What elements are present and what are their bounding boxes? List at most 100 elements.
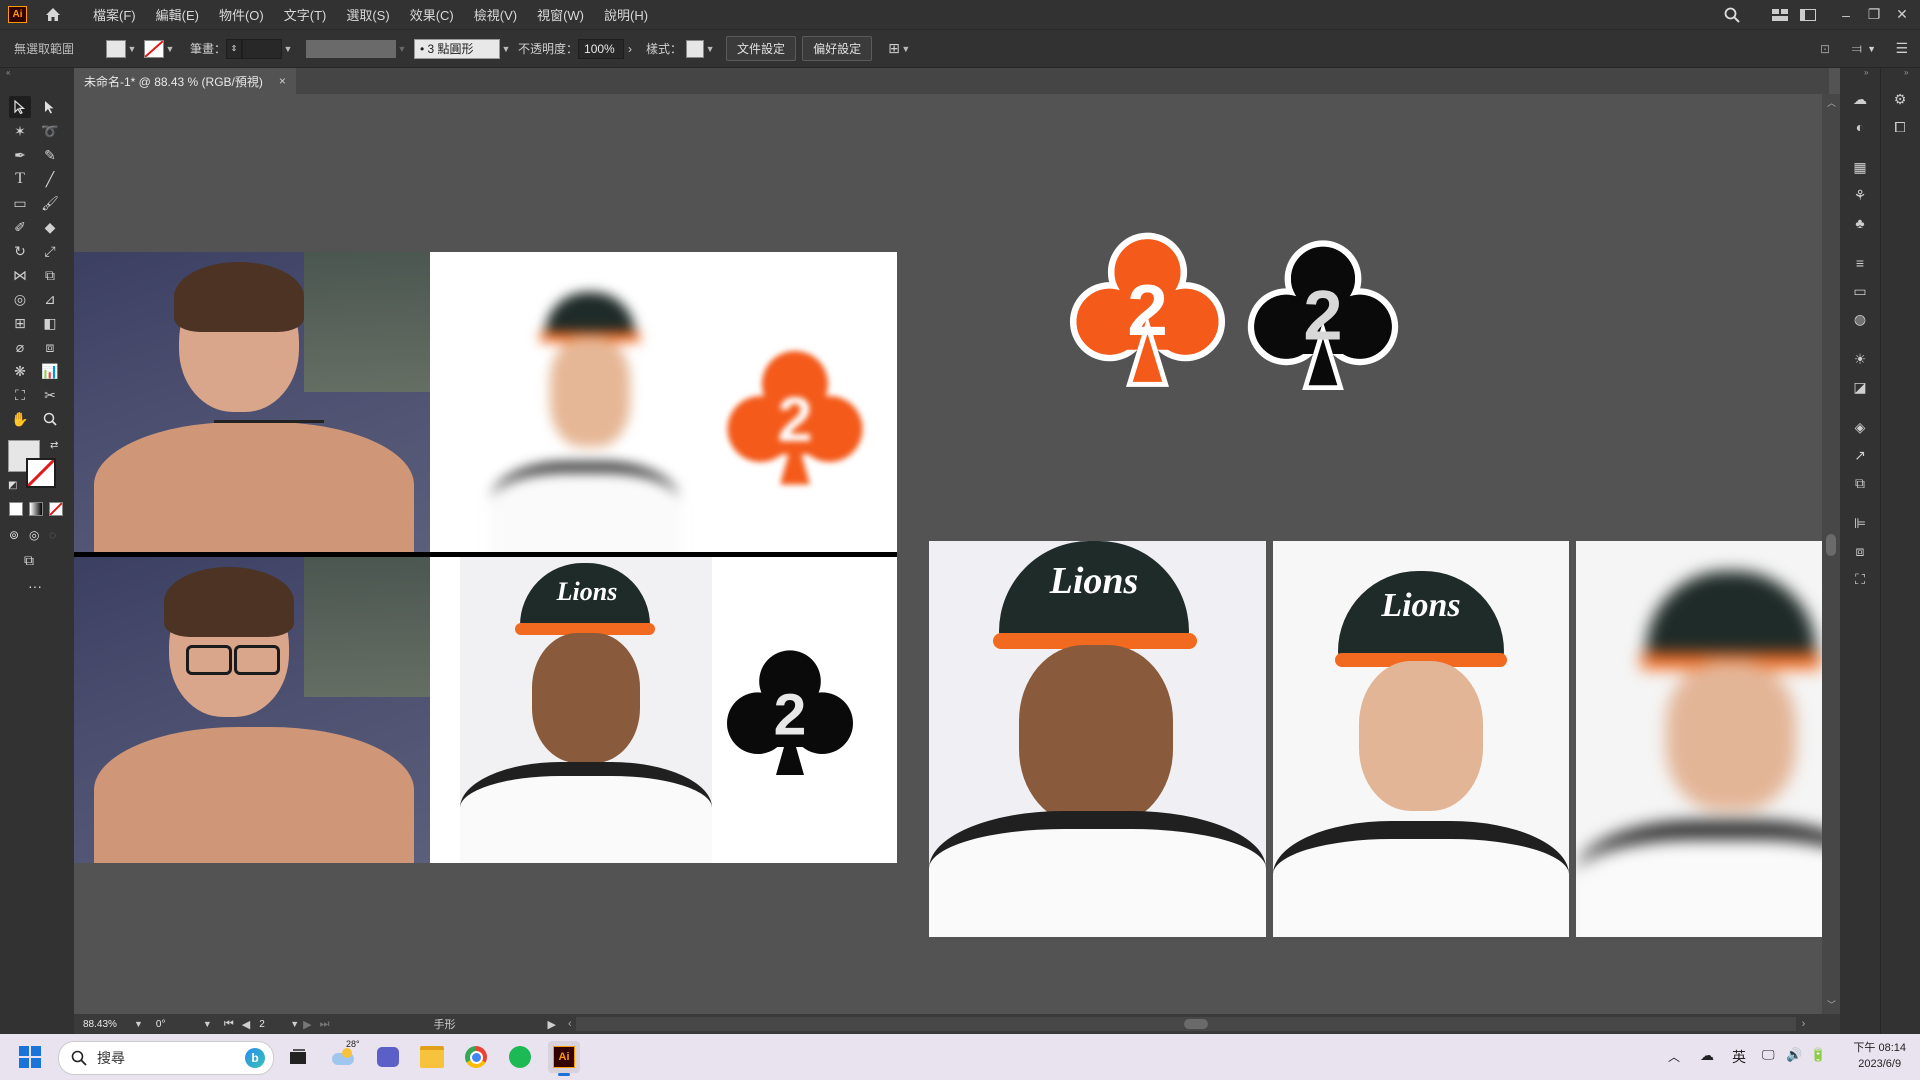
graphic-style-swatch[interactable] xyxy=(686,39,705,58)
orange-club-badge[interactable]: 2 xyxy=(1065,226,1230,391)
weather-icon[interactable]: 28° xyxy=(328,1039,360,1073)
direct-selection-tool-icon[interactable] xyxy=(39,96,61,118)
scroll-up-icon[interactable]: ︿ xyxy=(1827,96,1836,109)
chevron-right-icon[interactable]: › xyxy=(628,42,632,56)
panel-menu-icon[interactable]: ☰ xyxy=(1895,40,1908,57)
artboards-icon[interactable]: ⧉ xyxy=(1849,472,1871,494)
chevron-down-icon[interactable]: ▼ xyxy=(203,1019,212,1029)
hand-tool-icon[interactable]: ✋ xyxy=(9,408,31,430)
chrome-icon[interactable] xyxy=(460,1041,492,1073)
eyedropper-tool-icon[interactable]: ⌀ xyxy=(9,336,31,358)
gradient-mode-icon[interactable] xyxy=(29,502,43,516)
search-icon[interactable] xyxy=(1718,0,1746,29)
battery-icon[interactable]: 🔋 xyxy=(1810,1047,1826,1063)
scroll-down-icon[interactable]: ﹀ xyxy=(1827,998,1836,1011)
document-setup-button[interactable]: 文件設定 xyxy=(726,36,797,61)
column-graph-tool-icon[interactable]: 📊 xyxy=(39,360,61,382)
horizontal-scrollbar[interactable] xyxy=(575,1017,1796,1031)
menu-file[interactable]: 檔案(F) xyxy=(83,5,146,24)
color-guide-icon[interactable]: ◐ xyxy=(1849,116,1871,138)
stroke-control[interactable]: ▼ xyxy=(144,39,176,58)
home-icon[interactable] xyxy=(43,5,63,25)
document-tab[interactable]: 未命名-1* @ 88.43 % (RGB/預視) × xyxy=(74,68,296,94)
curvature-tool-icon[interactable]: ✎ xyxy=(39,144,61,166)
transform-panel-icon[interactable]: ⛶ xyxy=(1849,568,1871,590)
properties-panel-icon[interactable]: ⫤ xyxy=(1851,40,1862,57)
align-options-icon[interactable]: ⊞ xyxy=(888,40,900,57)
rotation-field[interactable]: 0° xyxy=(150,1016,203,1032)
file-explorer-icon[interactable] xyxy=(416,1041,448,1073)
close-icon[interactable]: ✕ xyxy=(1888,0,1916,29)
menu-view[interactable]: 檢視(V) xyxy=(464,5,527,24)
none-mode-icon[interactable] xyxy=(49,502,63,516)
line-tool-icon[interactable]: ╱ xyxy=(39,168,61,190)
input-language-indicator[interactable]: 英 xyxy=(1732,1047,1746,1067)
rectangle-tool-icon[interactable]: ▭ xyxy=(9,192,31,214)
illustrator-icon[interactable]: Ai xyxy=(548,1041,580,1076)
last-artboard-icon[interactable]: ⏭ xyxy=(320,1018,330,1031)
teams-icon[interactable] xyxy=(372,1041,404,1073)
collapse-icon[interactable]: « xyxy=(6,68,10,77)
screen-mode-icon[interactable]: ⧉ xyxy=(24,552,34,569)
color-mode-icon[interactable] xyxy=(9,502,23,516)
status-menu-icon[interactable]: ▶ xyxy=(548,1018,556,1031)
brushes-icon[interactable]: ⚘ xyxy=(1849,184,1871,206)
menu-object[interactable]: 物件(O) xyxy=(209,5,274,24)
export-icon[interactable]: ↗ xyxy=(1849,444,1871,466)
more-tools-icon[interactable]: ··· xyxy=(28,578,42,594)
blend-tool-icon[interactable]: ⧈ xyxy=(39,336,61,358)
chevron-down-icon[interactable]: ▼ xyxy=(134,1019,143,1029)
horizontal-scroll-thumb[interactable] xyxy=(1183,1019,1208,1029)
magic-wand-tool-icon[interactable]: ✶ xyxy=(9,120,31,142)
transparency-icon[interactable]: ◍ xyxy=(1849,308,1871,330)
libraries-icon[interactable]: ☁ xyxy=(1849,88,1871,110)
vertical-scrollbar[interactable]: ︿ ﹀ xyxy=(1822,94,1840,1014)
gradient-tool-icon[interactable]: ◧ xyxy=(39,312,61,334)
opacity-field[interactable]: 100% xyxy=(578,38,625,59)
type-tool-icon[interactable]: T xyxy=(9,168,31,190)
chevron-down-icon[interactable]: ▼ xyxy=(500,44,512,54)
stroke-none-swatch[interactable] xyxy=(144,39,164,58)
system-clock[interactable]: 下午 08:14 2023/6/9 xyxy=(1853,1040,1906,1072)
selection-tool-icon[interactable] xyxy=(9,96,31,118)
workspace-icon[interactable] xyxy=(1794,0,1822,29)
display-icon[interactable]: 🖵 xyxy=(1762,1047,1775,1063)
menu-edit[interactable]: 編輯(E) xyxy=(146,5,209,24)
windows-start-icon[interactable] xyxy=(14,1041,46,1073)
preferences-button[interactable]: 偏好設定 xyxy=(802,36,873,61)
artboard-number-field[interactable]: 2 xyxy=(254,1016,291,1032)
mesh-tool-icon[interactable]: ⊞ xyxy=(9,312,31,334)
symbols-icon[interactable]: ♣ xyxy=(1849,212,1871,234)
chevron-down-icon[interactable]: ▼ xyxy=(290,1019,299,1029)
appearance-icon[interactable]: ☀ xyxy=(1849,348,1871,370)
draw-behind-icon[interactable]: ◎ xyxy=(29,528,39,542)
perspective-grid-tool-icon[interactable]: ⊿ xyxy=(39,288,61,310)
player-photo-3-blurred[interactable] xyxy=(1576,541,1822,937)
width-tool-icon[interactable]: ⋈ xyxy=(9,264,31,286)
spotify-icon[interactable] xyxy=(504,1041,536,1073)
zoom-tool-icon[interactable] xyxy=(39,408,61,430)
slice-tool-icon[interactable]: ✂ xyxy=(39,384,61,406)
align-panel-icon[interactable]: ⊫ xyxy=(1849,512,1871,534)
arrange-documents-icon[interactable] xyxy=(1766,0,1794,29)
asset-export-icon[interactable]: ⧠ xyxy=(1889,116,1911,138)
swatches-icon[interactable]: ▦ xyxy=(1849,156,1871,178)
draw-normal-icon[interactable]: ⊚ xyxy=(9,528,19,542)
scroll-left-icon[interactable]: ‹ xyxy=(568,1018,572,1030)
fill-control[interactable]: ▼ xyxy=(106,39,138,58)
menu-help[interactable]: 說明(H) xyxy=(594,5,658,24)
gradient-panel-icon[interactable]: ▭ xyxy=(1849,280,1871,302)
player-photo-1[interactable]: Lions xyxy=(929,541,1266,937)
restore-icon[interactable]: ❐ xyxy=(1860,0,1888,29)
zoom-field[interactable]: 88.43% xyxy=(78,1016,134,1032)
pen-tool-icon[interactable]: ✒ xyxy=(9,144,31,166)
menu-select[interactable]: 選取(S) xyxy=(336,5,399,24)
vertical-scroll-thumb[interactable] xyxy=(1826,534,1836,556)
brush-definition-field[interactable]: • 3 點圓形 xyxy=(414,38,501,59)
volume-icon[interactable]: 🔊 xyxy=(1786,1047,1802,1063)
properties-icon[interactable]: ⚙ xyxy=(1889,88,1911,110)
black-club-badge-canvas[interactable]: 2 xyxy=(1243,234,1403,394)
rotate-tool-icon[interactable]: ↻ xyxy=(9,240,31,262)
free-transform-tool-icon[interactable]: ⧉ xyxy=(39,264,61,286)
swap-fill-stroke-icon[interactable]: ⇄ xyxy=(50,440,58,451)
